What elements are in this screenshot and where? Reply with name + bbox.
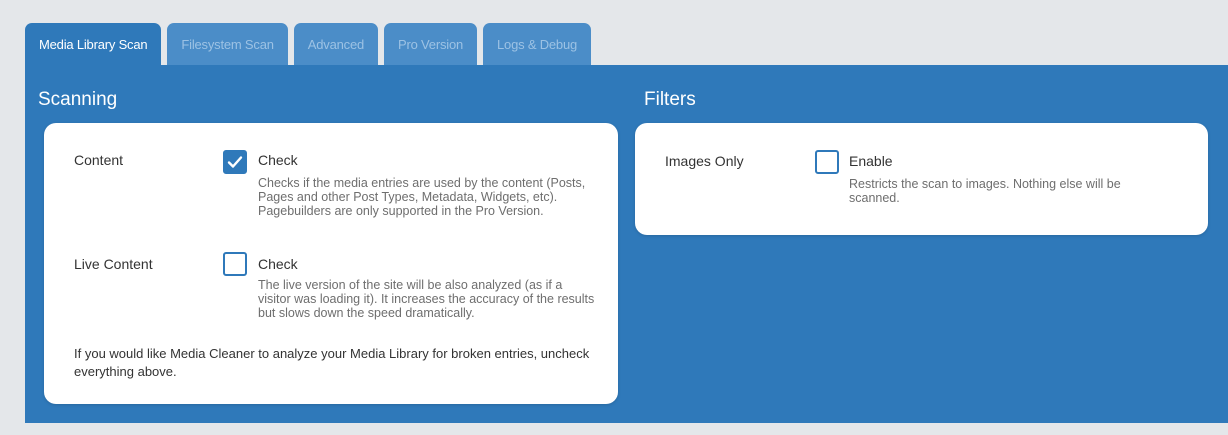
live-content-check-label: Check [258,256,298,272]
scanning-note: If you would like Media Cleaner to analy… [74,346,590,379]
content-description: Checks if the media entries are used by … [258,176,586,218]
tab-pro-version[interactable]: Pro Version [384,23,478,65]
content-label: Content [74,152,124,168]
tab-filesystem-scan[interactable]: Filesystem Scan [167,23,288,65]
tab-logs-debug[interactable]: Logs & Debug [483,23,592,65]
tab-advanced[interactable]: Advanced [293,23,379,65]
live-content-checkbox[interactable] [223,252,247,276]
images-only-label: Images Only [665,153,744,169]
live-content-description: The live version of the site will be als… [258,278,595,320]
filters-title: Filters [644,89,696,110]
images-only-description: Restricts the scan to images. Nothing el… [849,177,1121,205]
live-content-label: Live Content [74,256,153,272]
checkmark-icon [227,156,243,168]
content-checkbox[interactable] [223,150,247,174]
content-check-label: Check [258,152,298,168]
filters-card: Images Only Enable Restricts the scan to… [635,123,1208,235]
tab-panel: Scanning Content Check Checks if the med… [25,65,1228,423]
tab-media-library-scan[interactable]: Media Library Scan [25,23,162,65]
images-only-checkbox[interactable] [815,150,839,174]
scanning-card: Content Check Checks if the media entrie… [44,123,618,404]
images-only-enable-label: Enable [849,153,893,169]
tab-bar: Media Library Scan Filesystem Scan Advan… [25,23,592,65]
settings-page: Media Library Scan Filesystem Scan Advan… [0,0,1228,435]
scanning-title: Scanning [38,89,118,110]
